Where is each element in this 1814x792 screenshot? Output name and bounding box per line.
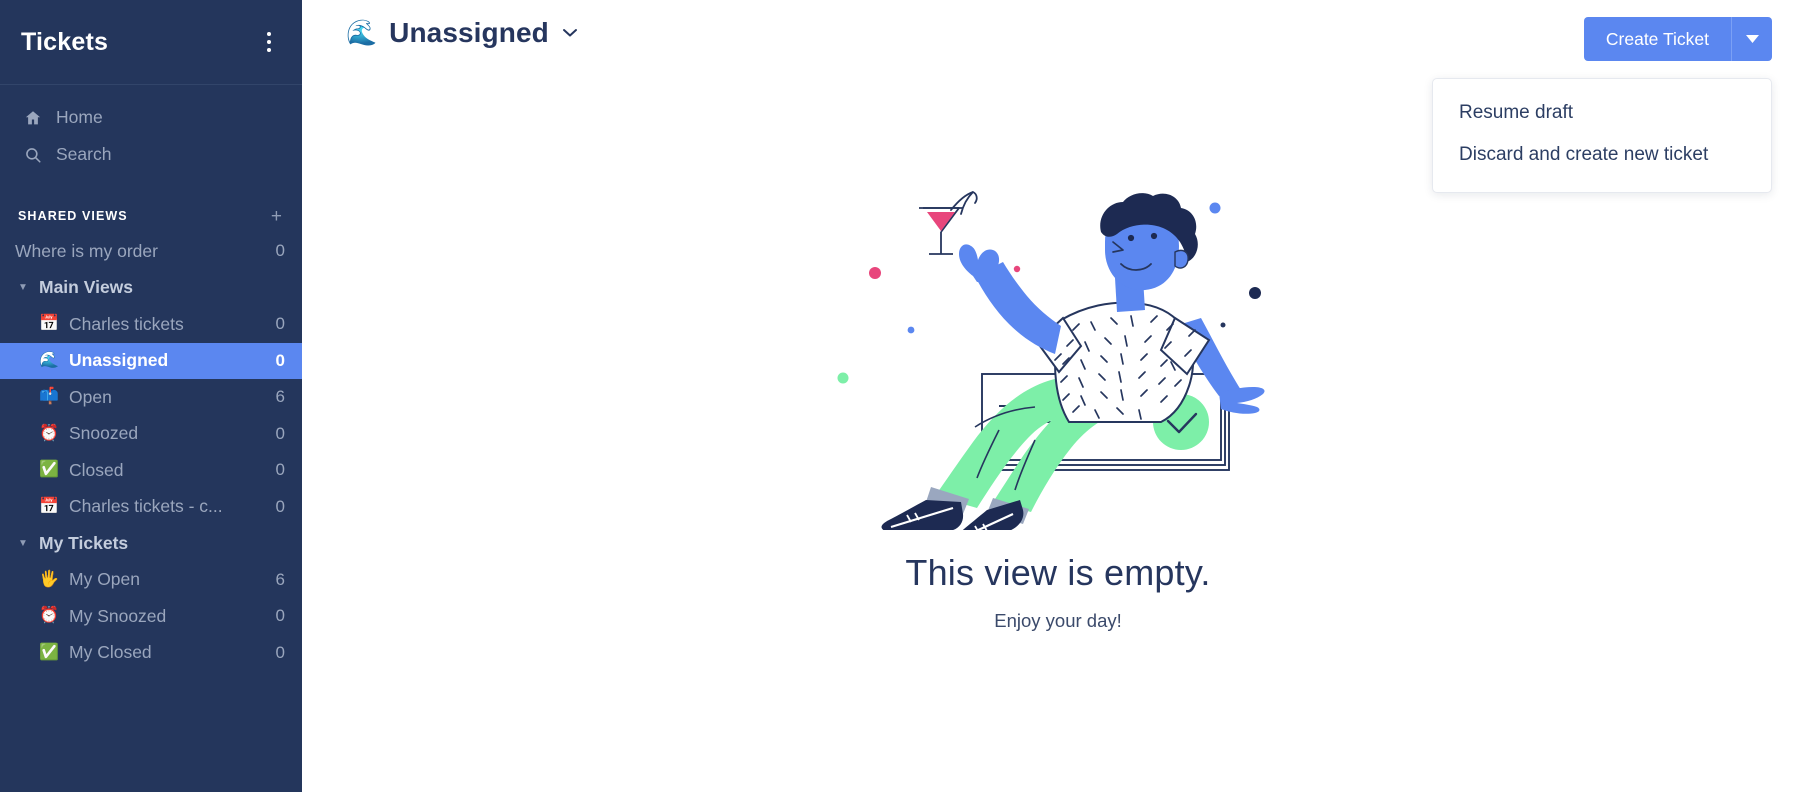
chevron-down-icon [561,25,579,43]
view-item-count: 0 [275,460,285,480]
view-title-dropdown[interactable]: 🌊 Unassigned [346,17,579,49]
view-item-label: My Snoozed [69,605,167,626]
view-item-count: 0 [275,314,285,334]
sidebar-view-item[interactable]: ⏰ My Snoozed 0 [0,598,302,635]
view-item-label: Charles tickets - c... [69,496,223,517]
view-item-label: Closed [69,459,124,480]
view-emoji-icon: ✅ [39,461,59,479]
view-item-count: 0 [275,496,285,516]
view-item-count: 0 [275,642,285,662]
sidebar-view-item[interactable]: 📅 Charles tickets - c... 0 [0,489,302,526]
person-with-cocktail-sitting-on-cards-illustration [837,191,1265,530]
view-emoji-icon: ⏰ [39,424,59,442]
sidebar-view-item[interactable]: ▼ Main Views [0,270,302,307]
plus-icon[interactable]: + [271,207,282,226]
view-item-count: 0 [275,423,285,443]
view-item-label: My Open [69,569,140,590]
view-item-count: 6 [275,569,285,589]
kebab-menu-icon[interactable] [258,29,280,55]
sidebar-view-item[interactable]: ✅ My Closed 0 [0,635,302,672]
sidebar-view-item[interactable]: ⏰ Snoozed 0 [0,416,302,453]
view-emoji-icon: ⏰ [39,607,59,625]
sidebar-item-label: Search [56,144,112,164]
sidebar-header: Tickets [0,0,302,85]
sidebar-view-item[interactable]: ✅ Closed 0 [0,452,302,489]
sidebar-view-item[interactable]: ▼ My Tickets [0,525,302,562]
view-item-label: Charles tickets [69,313,184,334]
main-content: 🌊 Unassigned Create Ticket Resume draft [302,0,1814,792]
sidebar: Tickets Home Search SHARED VIEWS + Where… [0,0,302,792]
view-item-label: Where is my order [15,240,158,261]
caret-down-icon [1745,34,1759,43]
view-item-count: 0 [275,350,285,370]
view-item-count: 0 [275,606,285,626]
shared-views-list: Where is my order 0 ▼ Main Views 📅 Charles ti… [0,233,302,671]
view-emoji-icon: ✅ [39,643,59,661]
caret-down-icon[interactable]: ▼ [15,282,31,293]
view-item-label: Main Views [39,277,134,298]
app-root: Tickets Home Search SHARED VIEWS + Where… [0,0,1814,792]
view-emoji-icon: 🌊 [39,351,59,369]
view-item-label: My Tickets [39,532,129,553]
sidebar-item-home[interactable]: Home [0,99,302,136]
view-emoji-icon: 📅 [39,315,59,333]
kebab-dot [267,48,271,52]
create-ticket-button[interactable]: Create Ticket [1583,17,1731,61]
view-item-label: My Closed [69,642,152,663]
caret-down-icon[interactable]: ▼ [15,538,31,549]
view-emoji-icon: 🖐 [39,570,59,588]
view-item-count: 0 [275,241,285,261]
view-item-label: Snoozed [69,423,139,444]
sidebar-view-item[interactable]: Where is my order 0 [0,233,302,270]
sidebar-item-label: Home [56,107,103,127]
section-label: SHARED VIEWS [18,209,128,223]
menu-item-discard-and-create[interactable]: Discard and create new ticket [1433,134,1771,176]
search-icon [22,146,44,164]
create-ticket-dropdown-menu: Resume draft Discard and create new tick… [1432,78,1772,193]
create-ticket-group: Create Ticket Resume draft Discard and c… [1432,17,1772,193]
sidebar-title: Tickets [21,27,109,56]
view-item-count: 6 [275,387,285,407]
sidebar-view-item[interactable]: 📫 Open 6 [0,379,302,416]
sidebar-view-item[interactable]: 🖐 My Open 6 [0,562,302,599]
top-bar: 🌊 Unassigned Create Ticket Resume draft [302,0,1814,193]
view-emoji-icon: 📫 [39,388,59,406]
sidebar-view-item[interactable]: 📅 Charles tickets 0 [0,306,302,343]
shared-views-section-header: SHARED VIEWS + [0,199,302,233]
sidebar-view-item[interactable]: 🌊 Unassigned 0 [0,342,302,379]
create-ticket-split-button: Create Ticket [1583,17,1772,61]
create-ticket-dropdown-toggle[interactable] [1732,17,1772,61]
view-emoji-icon: 📅 [39,497,59,515]
kebab-dot [267,32,271,36]
sidebar-item-search[interactable]: Search [0,136,302,173]
empty-state: This view is empty. Enjoy your day! [302,190,1814,632]
empty-state-title: This view is empty. [905,552,1211,593]
view-item-label: Unassigned [69,350,169,371]
sidebar-nav: Home Search [0,85,302,173]
menu-item-resume-draft[interactable]: Resume draft [1433,92,1771,134]
page-title: Unassigned [389,17,549,48]
view-item-label: Open [69,386,112,407]
home-icon [22,109,44,127]
empty-state-subtitle: Enjoy your day! [994,610,1122,631]
kebab-dot [267,40,271,44]
wave-icon: 🌊 [346,18,378,47]
